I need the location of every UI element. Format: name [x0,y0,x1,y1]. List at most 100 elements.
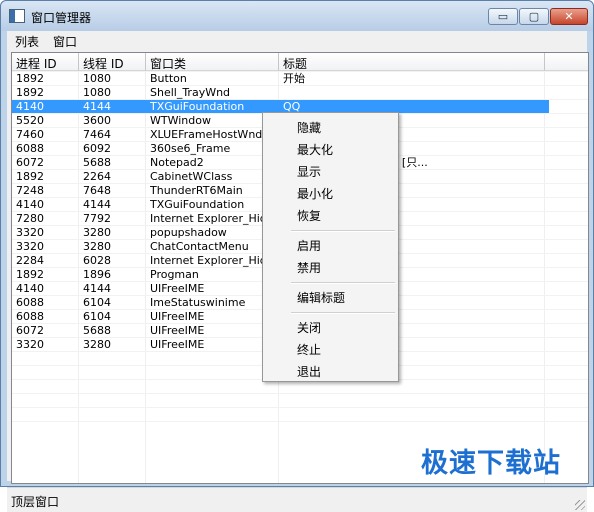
context-menu-item[interactable]: 最大化 [297,141,333,158]
cell-pid: 6072 [16,324,44,337]
table-row[interactable]: 1892 1080 Button 开始 [12,72,549,86]
menu-bar: 列表 窗口 [7,31,587,50]
cell-class: Progman [150,268,199,281]
cell-pid: 4140 [16,100,44,113]
minimize-icon[interactable]: ▭ [488,8,518,25]
row-gridline [12,421,588,422]
close-icon[interactable]: ✕ [550,8,588,25]
cell-class: popupshadow [150,226,227,239]
cell-class: CabinetWClass [150,170,233,183]
cell-class: UIFreeIME [150,282,205,295]
cell-class: UIFreeIME [150,324,205,337]
cell-pid: 4140 [16,282,44,295]
status-bar: 顶层窗口 [7,487,587,512]
cell-tid: 4144 [83,282,111,295]
cell-class: UIFreeIME [150,338,205,351]
cell-pid: 3320 [16,338,44,351]
cell-class: ThunderRT6Main [150,184,243,197]
cell-pid: 1892 [16,170,44,183]
maximize-icon[interactable]: ▢ [519,8,549,25]
cell-tid: 1896 [83,268,111,281]
cell-class: 360se6_Frame [150,142,231,155]
cell-pid: 3320 [16,226,44,239]
app-window: 窗口管理器 ▭ ▢ ✕ 列表 窗口 进程 ID 线程 ID 窗口类 标题 189… [0,0,594,512]
resize-grip-icon[interactable] [575,500,585,510]
context-menu-item[interactable]: 编辑标题 [297,289,345,306]
cell-tid: 3280 [83,338,111,351]
cell-tid: 4144 [83,100,111,113]
cell-pid: 6072 [16,156,44,169]
cell-class: Internet Explorer_Hidde [150,254,276,267]
cell-pid: 5520 [16,114,44,127]
row-gridline [12,393,588,394]
cell-title [283,86,541,100]
cell-class: TXGuiFoundation [150,100,245,113]
column-header-title[interactable]: 标题 [279,53,545,71]
cell-tid: 7648 [83,184,111,197]
column-header-filler [545,53,588,71]
cell-class: WTWindow [150,114,211,127]
row-gridline [12,71,588,72]
column-header-tid[interactable]: 线程 ID [79,53,146,71]
cell-pid: 6088 [16,142,44,155]
context-menu-item[interactable]: 终止 [297,341,321,358]
cell-pid: 1892 [16,268,44,281]
cell-tid: 3600 [83,114,111,127]
cell-pid: 6088 [16,296,44,309]
cell-pid: 1892 [16,72,44,85]
cell-tid: 3280 [83,226,111,239]
cell-pid: 7460 [16,128,44,141]
cell-class: TXGuiFoundation [150,198,245,211]
cell-title: 开始 [283,72,305,85]
context-menu-item[interactable]: 隐藏 [297,119,321,136]
cell-tid: 7464 [83,128,111,141]
cell-tid: 1080 [83,72,111,85]
column-header-pid[interactable]: 进程 ID [12,53,79,71]
context-menu-separator [291,312,395,314]
context-menu-separator [291,282,395,284]
cell-class: Internet Explorer_Hidde [150,212,276,225]
cell-tid: 7792 [83,212,111,225]
cell-pid: 7248 [16,184,44,197]
column-header-class[interactable]: 窗口类 [146,53,279,71]
cell-tid: 6104 [83,296,111,309]
context-menu-item[interactable]: 禁用 [297,259,321,276]
cell-class: ImeStatuswinime [150,296,246,309]
context-menu: 隐藏最大化显示最小化恢复启用禁用编辑标题关闭终止退出 [262,112,399,382]
context-menu-item[interactable]: 最小化 [297,185,333,202]
watermark-logo: 极速下载站 [421,448,561,479]
window-title: 窗口管理器 [31,11,92,25]
menu-list[interactable]: 列表 [15,33,39,50]
cell-tid: 5688 [83,324,111,337]
cell-pid: 3320 [16,240,44,253]
cell-class: Button [150,72,187,85]
cell-tid: 1080 [83,86,111,99]
cell-class: ChatContactMenu [150,240,249,253]
cell-tid: 6104 [83,310,111,323]
cell-tid: 6092 [83,142,111,155]
cell-class: UIFreeIME [150,310,205,323]
status-text: 顶层窗口 [11,495,60,509]
context-menu-item[interactable]: 显示 [297,163,321,180]
cell-pid: 1892 [16,86,44,99]
cell-pid: 2284 [16,254,44,267]
context-menu-item[interactable]: 退出 [297,363,321,380]
context-menu-item[interactable]: 恢复 [297,207,321,224]
context-menu-item[interactable]: 启用 [297,237,321,254]
cell-tid: 2264 [83,170,111,183]
context-menu-item[interactable]: 关闭 [297,319,321,336]
cell-tid: 6028 [83,254,111,267]
cell-class: XLUEFrameHostWnd [150,128,263,141]
cell-class: Shell_TrayWnd [150,86,231,99]
cell-tid: 5688 [83,156,111,169]
cell-pid: 4140 [16,198,44,211]
cell-tid: 3280 [83,240,111,253]
context-menu-separator [291,230,395,232]
title-bar[interactable]: 窗口管理器 ▭ ▢ ✕ [1,1,593,31]
cell-pid: 7280 [16,212,44,225]
row-gridline [12,99,588,100]
table-row[interactable]: 1892 1080 Shell_TrayWnd [12,86,549,100]
cell-class: Notepad2 [150,156,204,169]
cell-tid: 4144 [83,198,111,211]
menu-window[interactable]: 窗口 [53,33,77,50]
